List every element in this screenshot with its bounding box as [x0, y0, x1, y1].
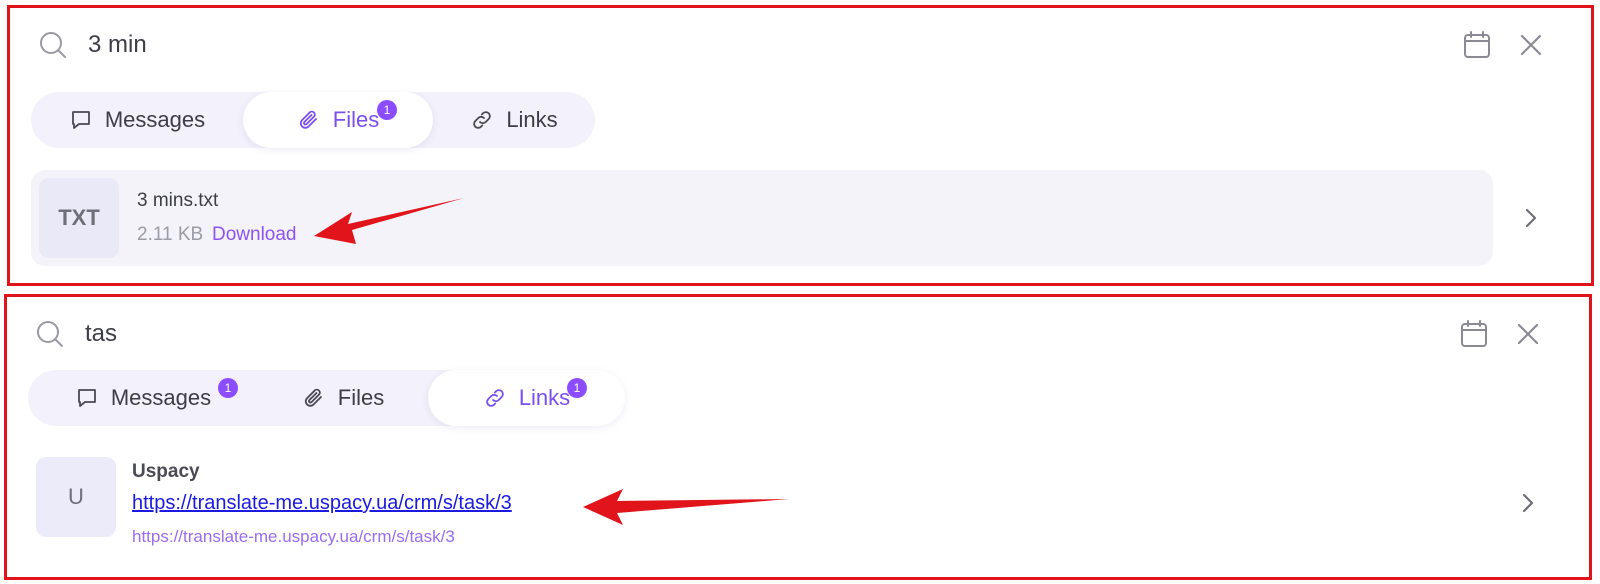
- count-badge: 1: [567, 378, 587, 398]
- chat-bubble-icon: [77, 389, 96, 407]
- count-badge: 1: [218, 378, 238, 398]
- link-avatar: U: [36, 457, 116, 537]
- download-link[interactable]: Download: [212, 224, 297, 246]
- link-title: Uspacy: [132, 461, 200, 482]
- file-result-item[interactable]: TXT 3 mins.txt 2.11 KB Download: [31, 170, 1493, 266]
- tab-links[interactable]: Links: [433, 92, 595, 148]
- close-icon[interactable]: [1513, 319, 1543, 349]
- tab-files[interactable]: Files: [258, 370, 428, 426]
- tab-bar: Messages 1 Files Links 1: [28, 370, 625, 426]
- calendar-icon[interactable]: [1462, 30, 1492, 60]
- tab-files[interactable]: Files 1: [243, 92, 433, 148]
- search-panel-links: tas Messages 1 Files Links 1 U Uspacy ht…: [4, 294, 1592, 580]
- tab-messages[interactable]: Messages 1: [28, 370, 258, 426]
- tab-links[interactable]: Links 1: [428, 370, 625, 426]
- file-type-thumbnail: TXT: [39, 178, 119, 258]
- close-icon[interactable]: [1516, 30, 1546, 60]
- link-url[interactable]: https://translate-me.uspacy.ua/crm/s/tas…: [132, 492, 512, 515]
- search-icon: [40, 32, 66, 58]
- chat-bubble-icon: [71, 111, 90, 129]
- annotation-arrow: [314, 198, 464, 244]
- tab-label: Links: [518, 385, 571, 410]
- tab-label: Files: [337, 385, 385, 410]
- search-icon: [37, 321, 63, 347]
- link-icon: [473, 111, 492, 129]
- tab-label: Files: [332, 107, 380, 132]
- tab-messages[interactable]: Messages: [31, 92, 243, 148]
- chevron-right-icon[interactable]: [1515, 490, 1541, 516]
- link-sub-url[interactable]: https://translate-me.uspacy.ua/crm/s/tas…: [132, 527, 455, 547]
- tab-label: Messages: [110, 385, 212, 410]
- file-size: 2.11 KB: [137, 224, 204, 245]
- search-bar: 3 min: [10, 8, 1591, 88]
- search-panel-files: 3 min Messages Files 1 Links TXT 3 mins.…: [7, 5, 1594, 286]
- chevron-right-icon[interactable]: [1518, 205, 1544, 231]
- tab-label: Links: [506, 107, 558, 132]
- search-input[interactable]: tas: [85, 319, 117, 349]
- annotation-arrow: [583, 489, 789, 525]
- file-name: 3 mins.txt: [137, 190, 219, 211]
- count-badge: 1: [377, 100, 397, 120]
- paperclip-icon: [299, 110, 317, 129]
- search-input[interactable]: 3 min: [88, 30, 147, 60]
- tab-bar: Messages Files 1 Links: [31, 92, 595, 148]
- tab-label: Messages: [104, 107, 206, 132]
- search-bar: tas: [7, 297, 1589, 377]
- paperclip-icon: [304, 388, 322, 407]
- link-icon: [486, 389, 504, 407]
- calendar-icon[interactable]: [1459, 319, 1489, 349]
